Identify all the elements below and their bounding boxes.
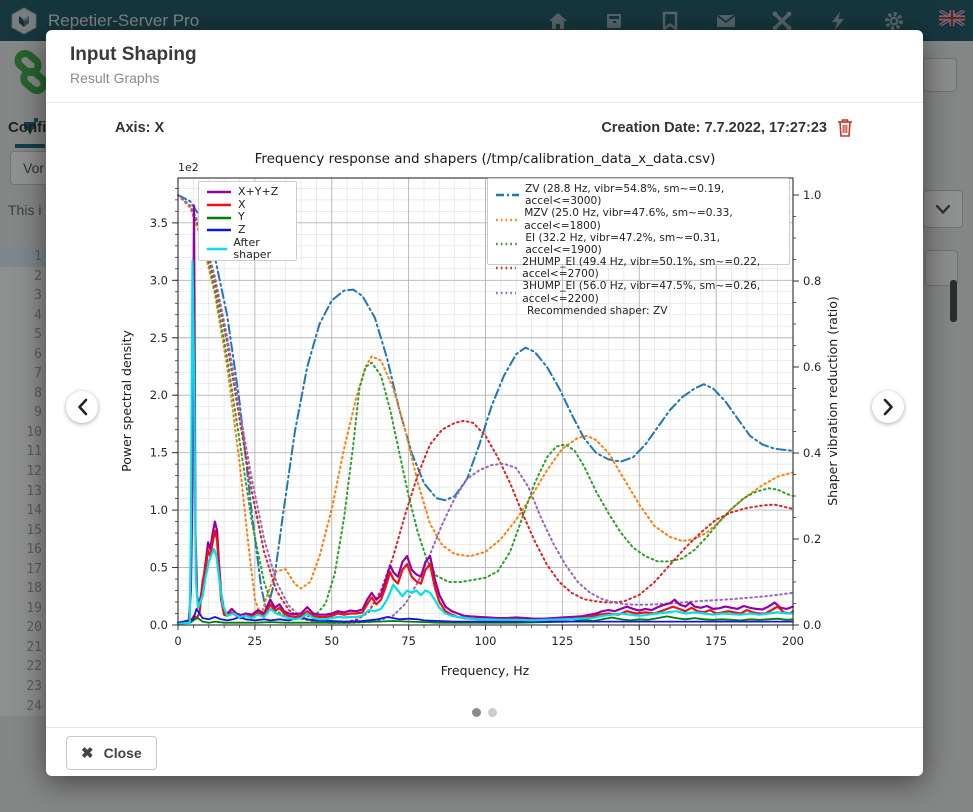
legend-swatch — [495, 289, 516, 297]
trash-icon[interactable] — [837, 118, 853, 137]
legend-item: 2HUMP_EI (49.4 Hz, vibr=50.1%, sm~=0.22,… — [495, 256, 782, 280]
axis-row: Axis: X Creation Date: 7.7.2022, 17:27:2… — [115, 118, 853, 137]
legend-item: MZV (25.0 Hz, vibr=47.6%, sm~=0.33, acce… — [495, 207, 782, 231]
legend-label: ZV (28.8 Hz, vibr=54.8%, sm~=0.19, accel… — [525, 183, 782, 207]
legend-swatch — [206, 226, 232, 234]
carousel-dot[interactable] — [488, 708, 497, 717]
legend-swatch — [495, 191, 519, 199]
dialog-subtitle: Result Graphs — [70, 70, 899, 86]
legend-item: 3HUMP_EI (56.0 Hz, vibr=47.5%, sm~=0.26,… — [495, 280, 782, 304]
legend-item: X+Y+Z — [206, 186, 289, 199]
svg-text:25: 25 — [248, 634, 263, 648]
svg-text:100: 100 — [475, 634, 497, 648]
svg-text:0.8: 0.8 — [803, 274, 821, 288]
legend-label: MZV (25.0 Hz, vibr=47.6%, sm~=0.33, acce… — [524, 207, 782, 231]
legend-item: Z — [206, 224, 289, 237]
svg-text:0: 0 — [174, 634, 181, 648]
svg-text:125: 125 — [551, 634, 573, 648]
svg-text:0.6: 0.6 — [803, 360, 821, 374]
svg-text:0.5: 0.5 — [150, 561, 168, 575]
svg-text:0.0: 0.0 — [803, 618, 821, 632]
chart: 0 25 50 75 100 125 150 175 200 0.0 0.5 1.0 1.5 2.0 2.5… — [115, 143, 852, 695]
legend-label: 3HUMP_EI (56.0 Hz, vibr=47.5%, sm~=0.26,… — [522, 280, 782, 304]
dialog-title: Input Shaping — [70, 44, 899, 66]
legend-item: Y — [206, 211, 289, 224]
svg-text:Frequency response and shapers: Frequency response and shapers (/tmp/cal… — [255, 151, 716, 167]
close-x-icon: ✖ — [81, 744, 94, 762]
legend-item: Recommended shaper: ZV — [495, 305, 782, 317]
dialog-header: Input Shaping Result Graphs — [46, 30, 923, 103]
svg-text:0.2: 0.2 — [803, 532, 821, 546]
svg-text:1.0: 1.0 — [803, 188, 821, 202]
chevron-right-icon — [883, 398, 894, 416]
axis-label: Axis: X — [115, 120, 164, 136]
carousel-dots — [46, 708, 923, 717]
legend-label: Z — [238, 224, 246, 237]
legend-swatch — [495, 307, 521, 315]
legend-label: EI (32.2 Hz, vibr=47.2%, sm~=0.31, accel… — [525, 232, 782, 256]
next-graph-button[interactable] — [872, 391, 904, 423]
legend-swatch — [495, 216, 518, 224]
legend-swatch — [495, 264, 516, 272]
legend-swatch — [206, 245, 227, 253]
close-button-label: Close — [104, 745, 142, 761]
legend-item: X — [206, 199, 289, 212]
chart-legend-measured: X+Y+ZXYZAfter shaper — [198, 181, 297, 261]
legend-swatch — [206, 214, 232, 222]
legend-label: X+Y+Z — [238, 186, 278, 199]
svg-text:1.5: 1.5 — [150, 446, 168, 460]
dialog-footer: ✖ Close — [46, 727, 923, 778]
svg-text:150: 150 — [628, 634, 650, 648]
svg-text:0.4: 0.4 — [803, 446, 821, 460]
prev-graph-button[interactable] — [66, 391, 98, 423]
legend-swatch — [495, 240, 519, 248]
legend-swatch — [206, 201, 232, 209]
svg-text:3.5: 3.5 — [150, 216, 168, 230]
chevron-left-icon — [77, 398, 88, 416]
svg-text:Frequency, Hz: Frequency, Hz — [441, 663, 530, 678]
svg-text:200: 200 — [782, 634, 804, 648]
close-button[interactable]: ✖ Close — [66, 736, 157, 770]
input-shaping-dialog: Input Shaping Result Graphs Axis: X Crea… — [46, 30, 923, 776]
svg-text:0.0: 0.0 — [150, 618, 168, 632]
svg-text:Shaper vibration reduction (ra: Shaper vibration reduction (ratio) — [825, 296, 840, 506]
creation-date: Creation Date: 7.7.2022, 17:27:23 — [601, 120, 827, 136]
chart-legend-shapers: ZV (28.8 Hz, vibr=54.8%, sm~=0.19, accel… — [487, 178, 790, 265]
legend-label: 2HUMP_EI (49.4 Hz, vibr=50.1%, sm~=0.22,… — [522, 256, 782, 280]
legend-item: ZV (28.8 Hz, vibr=54.8%, sm~=0.19, accel… — [495, 183, 782, 207]
screen: Repetier-Server Pro Confi Vor This i 123… — [0, 0, 973, 812]
legend-item: EI (32.2 Hz, vibr=47.2%, sm~=0.31, accel… — [495, 232, 782, 256]
svg-text:Power spectral density: Power spectral density — [119, 330, 134, 472]
svg-text:50: 50 — [324, 634, 339, 648]
legend-item: After shaper — [206, 237, 289, 262]
svg-text:3.0: 3.0 — [150, 273, 168, 287]
legend-swatch — [206, 188, 232, 196]
carousel-dot-active[interactable] — [472, 708, 481, 717]
legend-label: Recommended shaper: ZV — [527, 305, 668, 317]
svg-text:1.0: 1.0 — [150, 503, 168, 517]
svg-text:75: 75 — [401, 634, 416, 648]
svg-text:175: 175 — [705, 634, 727, 648]
legend-label: After shaper — [233, 237, 289, 262]
svg-text:1e2: 1e2 — [178, 161, 199, 174]
svg-text:2.5: 2.5 — [150, 331, 168, 345]
svg-text:2.0: 2.0 — [150, 388, 168, 402]
